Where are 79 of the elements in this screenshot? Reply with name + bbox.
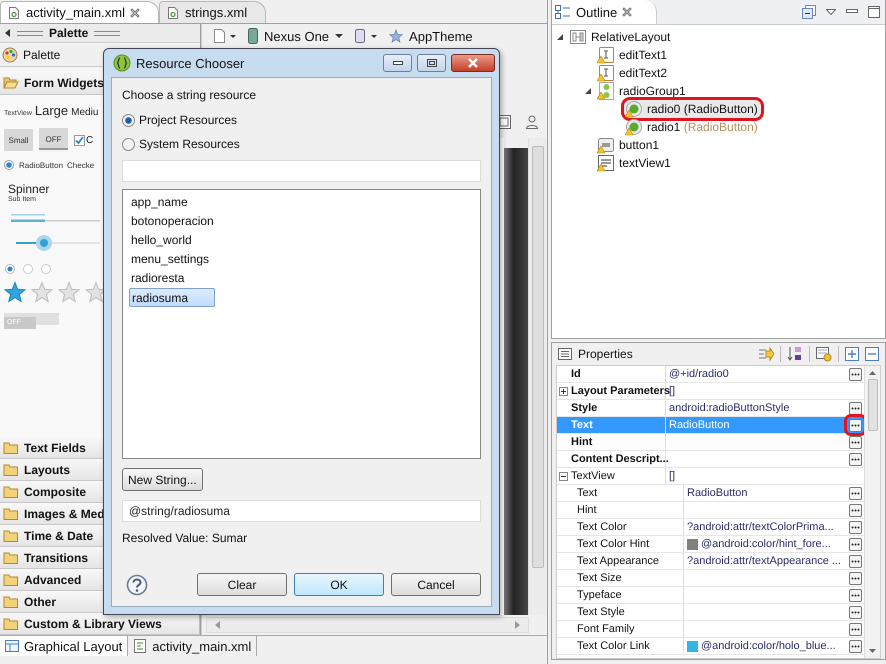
- reference-field[interactable]: @string/radiosuma: [122, 500, 481, 522]
- editor-mode-tab[interactable]: Graphical Layout: [0, 636, 128, 656]
- property-name: Text Color Link: [577, 640, 650, 652]
- dialog-button[interactable]: OK: [294, 573, 384, 596]
- resource-item[interactable]: radiosuma: [129, 288, 215, 307]
- property-row[interactable]: Text Style: [557, 604, 864, 621]
- property-row[interactable]: Id @+id/radio0: [557, 366, 864, 383]
- small-button-sample[interactable]: Small: [4, 129, 33, 151]
- property-row[interactable]: TextView []: [557, 468, 864, 485]
- property-value: RadioButton: [687, 487, 748, 499]
- resource-item[interactable]: menu_settings: [129, 250, 212, 269]
- property-name: Text Color Hint: [577, 538, 650, 550]
- property-name: Text: [577, 487, 598, 499]
- radio-option[interactable]: System Resources: [122, 132, 481, 156]
- property-name: Typeface: [577, 589, 622, 601]
- property-row[interactable]: Typeface: [557, 587, 864, 604]
- property-name: Font Family: [577, 623, 634, 635]
- tree-item[interactable]: radio0 (RadioButton): [624, 100, 761, 118]
- property-value: @android:color/holo_blue...: [701, 640, 836, 652]
- dialog-button[interactable]: Clear: [197, 573, 287, 596]
- property-row[interactable]: Text Appearance ?android:attr/textAppearance ...: [557, 553, 864, 570]
- editor-tab[interactable]: activity_main.xml: [0, 1, 159, 23]
- property-row[interactable]: Layout Parameters[]: [557, 383, 864, 400]
- medium-text-sample[interactable]: Mediu: [71, 107, 98, 118]
- resource-item[interactable]: botonoperacion: [129, 212, 216, 231]
- property-name: Hint: [571, 436, 592, 448]
- property-name: Id: [571, 368, 581, 380]
- radio-button-sample[interactable]: RadioButton: [4, 160, 64, 170]
- property-name: Layout Parameters: [571, 385, 670, 397]
- property-name: Content Descript...: [571, 453, 669, 465]
- device-dropdown[interactable]: Nexus One: [248, 28, 344, 44]
- tree-item[interactable]: editText2: [596, 64, 670, 82]
- property-value: android:radioButtonStyle: [669, 402, 790, 414]
- tree-item[interactable]: button1: [596, 136, 662, 154]
- property-row[interactable]: Text Color ?android:attr/textColorPrima...: [557, 519, 864, 536]
- property-name: Style: [571, 402, 598, 414]
- resource-item[interactable]: radioresta: [129, 269, 186, 288]
- property-value: @+id/radio0: [669, 368, 729, 380]
- property-value: ?android:attr/textColorPrima...: [687, 521, 834, 533]
- property-row[interactable]: Text Color Link @android:color/holo_blue...: [557, 638, 864, 655]
- property-name: Text Appearance: [577, 555, 659, 567]
- property-value: []: [669, 470, 676, 482]
- property-name: Hint: [577, 504, 597, 516]
- property-row[interactable]: Content Descript...: [557, 451, 864, 468]
- new-string-button[interactable]: New String...: [122, 468, 203, 491]
- property-name: TextView: [571, 470, 615, 482]
- property-name: Text: [571, 419, 593, 431]
- property-name: Text Style: [577, 606, 625, 618]
- property-name: Text Size: [577, 572, 622, 584]
- property-row[interactable]: Hint: [557, 502, 864, 519]
- radio-option[interactable]: Project Resources: [122, 108, 481, 132]
- dialog-button[interactable]: Cancel: [391, 573, 481, 596]
- property-value: ?android:attr/textAppearance ...: [687, 555, 842, 567]
- property-name: Text Color: [577, 521, 627, 533]
- tree-item[interactable]: radioGroup1: [596, 82, 689, 100]
- checked-text-sample[interactable]: Checke: [67, 160, 94, 170]
- palette-header: Palette: [0, 24, 200, 43]
- property-value: @android:color/hint_fore...: [701, 538, 831, 550]
- outline-tab[interactable]: Outline: [552, 0, 658, 24]
- property-row[interactable]: Font Family: [557, 621, 864, 638]
- resource-item[interactable]: hello_world: [129, 231, 194, 250]
- property-row[interactable]: Text Color Hint @android:color/hint_fore...: [557, 536, 864, 553]
- property-row[interactable]: Text RadioButton: [557, 485, 864, 502]
- property-value: RadioButton: [669, 419, 730, 431]
- theme-dropdown[interactable]: AppTheme: [389, 28, 473, 44]
- resource-item[interactable]: app_name: [129, 193, 190, 212]
- palette-drawer[interactable]: Custom & Library Views: [0, 613, 200, 635]
- tree-item[interactable]: textView1: [596, 154, 674, 172]
- editor-tab[interactable]: strings.xml: [158, 1, 266, 23]
- properties-title[interactable]: Properties: [578, 347, 633, 361]
- property-row[interactable]: Text Size: [557, 570, 864, 587]
- tree-item[interactable]: editText1: [596, 46, 670, 64]
- tree-item[interactable]: RelativeLayout: [568, 28, 674, 46]
- tree-item[interactable]: radio1 (RadioButton): [624, 118, 761, 136]
- property-value: []: [669, 385, 676, 397]
- property-row[interactable]: Hint: [557, 434, 864, 451]
- checkbox-sample[interactable]: C: [74, 134, 94, 146]
- large-text-sample[interactable]: Large: [34, 103, 68, 118]
- toggle-button-sample[interactable]: OFF: [39, 128, 68, 152]
